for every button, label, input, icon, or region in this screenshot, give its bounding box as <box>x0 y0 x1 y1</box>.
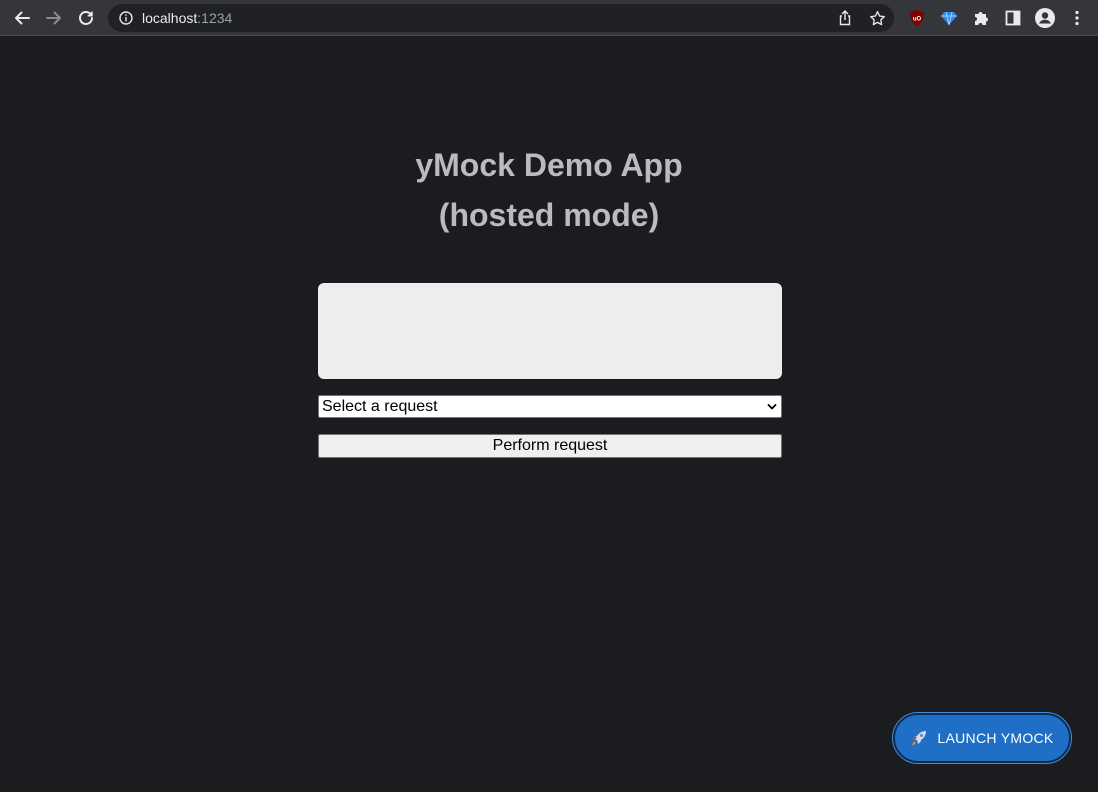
address-bar[interactable]: localhost:1234 <box>108 4 894 32</box>
back-arrow-icon[interactable] <box>10 6 34 30</box>
share-icon[interactable] <box>836 9 854 27</box>
request-select[interactable]: Select a request <box>318 395 782 418</box>
page-title-line1: yMock Demo App <box>415 147 683 183</box>
svg-text:uO: uO <box>913 17 922 23</box>
launch-ymock-button[interactable]: LAUNCH YMOCK <box>892 712 1072 764</box>
info-icon[interactable] <box>119 11 133 25</box>
perform-request-button[interactable]: Perform request <box>318 434 782 458</box>
puzzle-icon[interactable] <box>971 8 991 28</box>
response-output <box>318 283 782 379</box>
reload-icon[interactable] <box>74 6 98 30</box>
url-text: localhost:1234 <box>142 10 232 26</box>
forward-arrow-icon[interactable] <box>42 6 66 30</box>
kebab-menu-icon[interactable] <box>1067 8 1087 28</box>
url-host: localhost <box>142 10 198 26</box>
request-select-value: Select a request <box>322 398 438 415</box>
rocket-icon <box>910 729 928 747</box>
page-title-line2: (hosted mode) <box>438 197 660 233</box>
star-icon[interactable] <box>868 9 886 27</box>
page-title: yMock Demo App (hosted mode) <box>0 140 1098 240</box>
page-content: yMock Demo App (hosted mode) Select a re… <box>0 37 1098 792</box>
url-port: :1234 <box>197 10 233 26</box>
browser-toolbar: localhost:1234 uO <box>0 0 1098 36</box>
gem-extension-icon[interactable] <box>939 8 959 28</box>
ublock-icon[interactable]: uO <box>907 8 927 28</box>
chevron-down-icon <box>767 404 777 410</box>
side-panel-icon[interactable] <box>1003 8 1023 28</box>
profile-icon[interactable] <box>1035 8 1055 28</box>
launch-ymock-label: LAUNCH YMOCK <box>937 730 1054 746</box>
